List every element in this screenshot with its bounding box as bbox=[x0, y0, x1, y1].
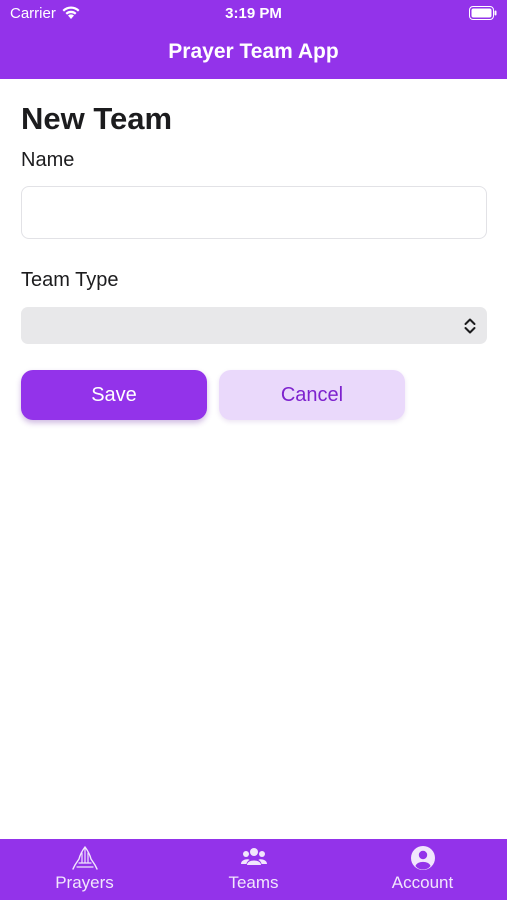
chevron-up-down-icon bbox=[464, 318, 476, 334]
tab-bar: Prayers Teams Account bbox=[0, 839, 507, 900]
user-circle-icon bbox=[410, 846, 435, 870]
status-bar: Carrier 3:19 PM bbox=[0, 0, 507, 28]
tab-teams-label: Teams bbox=[228, 873, 279, 892]
save-button[interactable]: Save bbox=[21, 370, 207, 420]
clock: 3:19 PM bbox=[225, 5, 282, 22]
page-title: New Team bbox=[21, 101, 173, 136]
team-type-select[interactable] bbox=[21, 307, 487, 344]
cancel-button[interactable]: Cancel bbox=[219, 370, 405, 420]
app-title: Prayer Team App bbox=[168, 40, 339, 63]
name-input[interactable] bbox=[21, 186, 487, 239]
name-label: Name bbox=[21, 149, 75, 171]
tab-prayers-label: Prayers bbox=[55, 873, 114, 892]
praying-hands-icon bbox=[71, 846, 98, 870]
battery-icon bbox=[469, 6, 497, 20]
tab-teams[interactable]: Teams bbox=[169, 839, 338, 900]
people-group-icon bbox=[240, 848, 267, 865]
tab-account[interactable]: Account bbox=[338, 839, 507, 900]
top-bar: Carrier 3:19 PM Prayer Team App bbox=[0, 0, 507, 79]
team-type-label: Team Type bbox=[21, 269, 119, 291]
tab-prayers[interactable]: Prayers bbox=[0, 839, 169, 900]
tab-account-label: Account bbox=[391, 873, 454, 892]
new-team-form: New Team Name Team Type Save Cancel bbox=[0, 79, 507, 839]
